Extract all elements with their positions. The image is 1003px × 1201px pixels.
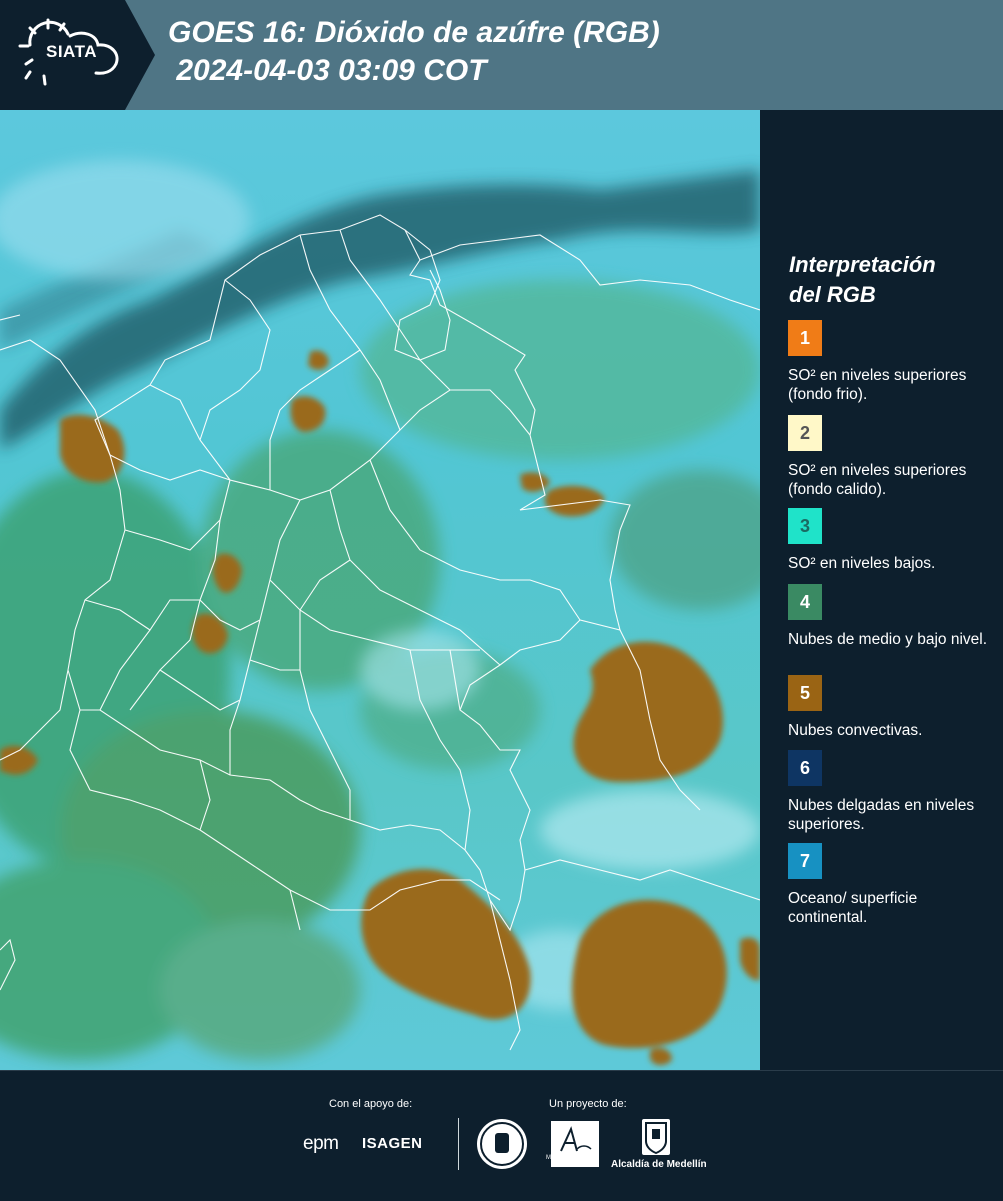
area-metropolitana-caption: METROPOLITANA <box>546 1155 597 1161</box>
footer-divider <box>458 1118 459 1170</box>
legend-title-line-1: Interpretación <box>789 252 936 277</box>
legend-item-5: 5 Nubes convectivas. <box>788 675 988 740</box>
project-caption: Un proyecto de: <box>549 1098 627 1110</box>
legend-label: Oceano/ superficie continental. <box>788 890 918 926</box>
support-caption: Con el apoyo de: <box>329 1098 413 1110</box>
page-title: GOES 16: Dióxido de azúfre (RGB) 2024-04… <box>168 14 660 90</box>
legend-panel: Interpretación del RGB 1 SO² en niveles s… <box>760 110 1003 1070</box>
legend-item-4: 4 Nubes de medio y bajo nivel. <box>788 584 988 649</box>
isagen-logo: ISAGEN <box>362 1135 423 1152</box>
footer: Con el apoyo de: Un proyecto de: epm ISA… <box>0 1070 1003 1201</box>
alcaldia-shield-icon <box>642 1119 670 1155</box>
siata-logo: SIATA <box>0 0 155 110</box>
legend-label: Nubes delgadas en niveles superiores. <box>788 797 975 833</box>
legend-label: SO² en niveles bajos. <box>788 555 936 572</box>
alcaldia-text: Alcaldía de Medellín <box>611 1159 707 1170</box>
legend-swatch: 1 <box>788 320 822 356</box>
legend-label: SO² en niveles superiores (fondo frio). <box>788 367 967 403</box>
legend-item-1: 1 SO² en niveles superiores (fondo frio). <box>788 320 988 404</box>
legend-title: Interpretación del RGB <box>789 250 936 310</box>
seal-logo <box>477 1119 527 1169</box>
legend-item-3: 3 SO² en niveles bajos. <box>788 508 988 573</box>
header-bar: SIATA GOES 16: Dióxido de azúfre (RGB) 2… <box>0 0 1003 110</box>
siata-logo-text: SIATA <box>46 42 97 61</box>
title-line-1: GOES 16: Dióxido de azúfre (RGB) <box>168 16 660 49</box>
legend-swatch: 7 <box>788 843 822 879</box>
legend-label: SO² en niveles superiores (fondo calido)… <box>788 462 967 498</box>
title-line-2: 2024-04-03 03:09 COT <box>168 54 487 87</box>
satellite-map <box>0 110 760 1070</box>
legend-swatch: 2 <box>788 415 822 451</box>
legend-title-line-2: del RGB <box>789 282 876 307</box>
legend-swatch: 4 <box>788 584 822 620</box>
legend-item-7: 7 Oceano/ superficie continental. <box>788 843 988 927</box>
legend-item-2: 2 SO² en niveles superiores (fondo calido… <box>788 415 988 499</box>
legend-label: Nubes convectivas. <box>788 722 923 739</box>
legend-swatch: 3 <box>788 508 822 544</box>
legend-item-6: 6 Nubes delgadas en niveles superiores. <box>788 750 988 834</box>
legend-swatch: 5 <box>788 675 822 711</box>
epm-logo: epm <box>303 1133 339 1154</box>
legend-swatch: 6 <box>788 750 822 786</box>
legend-label: Nubes de medio y bajo nivel. <box>788 631 988 648</box>
